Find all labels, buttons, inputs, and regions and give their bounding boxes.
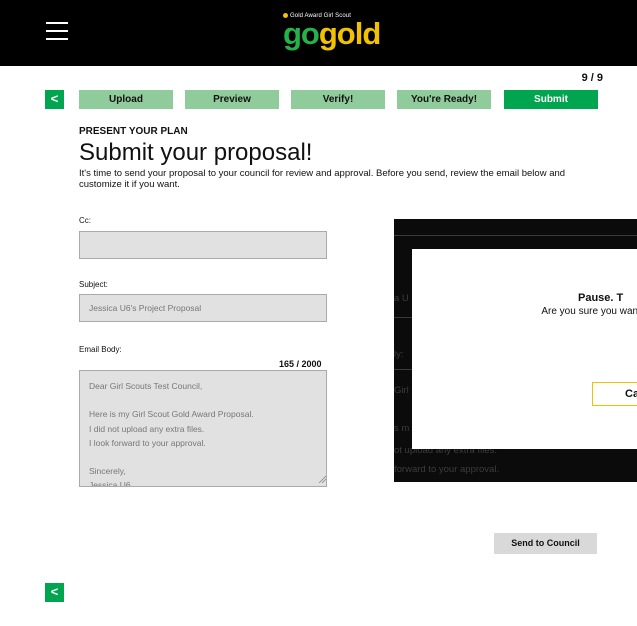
section-kicker: PRESENT YOUR PLAN (79, 126, 188, 137)
subject-label: Subject: (79, 280, 108, 289)
gogold-logo[interactable]: Gold Award Girl Scout gogold (283, 13, 395, 53)
step-youre-ready[interactable]: You're Ready! (397, 90, 491, 109)
email-body-textarea[interactable]: Dear Girl Scouts Test Council, Here is m… (79, 370, 327, 487)
overlay-bg-text: a U (394, 293, 409, 304)
bottom-back-button[interactable]: < (45, 583, 64, 602)
step-preview[interactable]: Preview (185, 90, 279, 109)
hamburger-menu-icon[interactable] (46, 22, 68, 40)
cc-input[interactable] (79, 231, 327, 259)
top-navigation-bar: Gold Award Girl Scout gogold (0, 0, 637, 66)
overlay-bg-text: Girl (394, 385, 409, 396)
step-counter: 9 / 9 (581, 72, 603, 84)
overlay-divider (394, 235, 637, 236)
back-button[interactable]: < (45, 90, 64, 109)
confirm-dialog: Pause. T Are you sure you want send it" … (412, 249, 637, 449)
overlay-bg-text: ly: (394, 349, 404, 360)
overlay-bg-text: forward to your approval. (394, 464, 500, 475)
cancel-button[interactable]: Cance (592, 382, 637, 406)
dialog-title: Pause. T (578, 292, 624, 304)
overlay-bg-text: s m (394, 423, 410, 434)
email-body-label: Email Body: (79, 345, 122, 354)
logo-wordmark: gogold (283, 16, 381, 51)
intro-text: It's time to send your proposal to your … (79, 168, 566, 190)
send-to-council-button[interactable]: Send to Council (494, 533, 597, 554)
dialog-message: Are you sure you want send it" (541, 306, 637, 317)
step-verify[interactable]: Verify! (291, 90, 385, 109)
cc-label: Cc: (79, 216, 91, 225)
modal-overlay: a U ly: Girl s m ot upload any extra fil… (394, 219, 637, 482)
step-submit[interactable]: Submit (504, 90, 598, 109)
step-upload[interactable]: Upload (79, 90, 173, 109)
page-title: Submit your proposal! (79, 139, 313, 166)
resize-grip-icon[interactable] (318, 475, 326, 483)
character-counter: 165 / 2000 (279, 359, 322, 369)
subject-input[interactable] (79, 294, 327, 322)
